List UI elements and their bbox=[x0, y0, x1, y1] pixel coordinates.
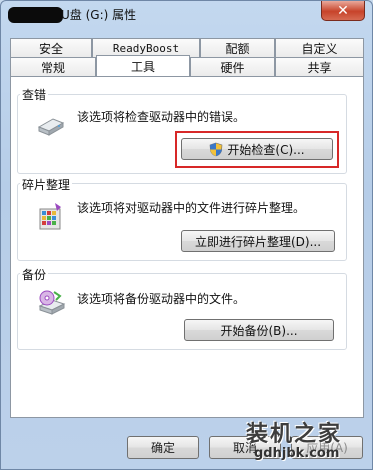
title-bar[interactable]: U盘 (G:) 属性 ✕ bbox=[1, 1, 373, 29]
backup-icon bbox=[38, 290, 66, 315]
tab-tools[interactable]: 工具 bbox=[96, 55, 190, 76]
close-button[interactable]: ✕ bbox=[321, 1, 365, 21]
start-backup-label: 开始备份(B)... bbox=[220, 323, 298, 338]
tab-label: 工具 bbox=[130, 59, 155, 74]
tab-customize[interactable]: 自定义 bbox=[275, 38, 364, 57]
defrag-now-button[interactable]: 立即进行碎片整理(D)... bbox=[181, 230, 335, 252]
watermark-url: gdhjbk.com bbox=[254, 446, 340, 461]
tab-quota[interactable]: 配额 bbox=[200, 38, 275, 57]
tab-label: 配额 bbox=[225, 41, 250, 56]
watermark-brand: 装机之家 bbox=[246, 422, 343, 447]
tab-security[interactable]: 安全 bbox=[10, 38, 92, 57]
backup-description: 该选项将备份驱动器中的文件。 bbox=[77, 292, 246, 306]
defrag-description: 该选项将对驱动器中的文件进行碎片整理。 bbox=[77, 201, 306, 215]
tab-general[interactable]: 常规 bbox=[10, 57, 96, 76]
tab-label: 常规 bbox=[40, 60, 65, 75]
redacted-title-block bbox=[8, 7, 63, 23]
tab-hardware[interactable]: 硬件 bbox=[190, 57, 275, 76]
tab-label: 安全 bbox=[38, 41, 63, 56]
backup-title: 备份 bbox=[20, 266, 49, 283]
tab-label: ReadyBoost bbox=[112, 41, 180, 55]
defrag-title: 碎片整理 bbox=[20, 176, 73, 193]
properties-window: U盘 (G:) 属性 ✕ 安全 ReadyBoost 配额 自定义 常规 工具 … bbox=[0, 0, 373, 470]
drive-check-icon bbox=[37, 118, 65, 136]
defrag-icon bbox=[39, 203, 61, 230]
defrag-now-label: 立即进行碎片整理(D)... bbox=[194, 234, 322, 249]
error-check-title: 查错 bbox=[20, 86, 49, 103]
close-icon: ✕ bbox=[337, 2, 349, 19]
tab-label: 自定义 bbox=[301, 41, 338, 56]
ok-button[interactable]: 确定 bbox=[127, 436, 199, 459]
highlight-box bbox=[175, 131, 339, 168]
tab-label: 硬件 bbox=[220, 60, 245, 75]
tab-sharing[interactable]: 共享 bbox=[275, 57, 364, 76]
ok-label: 确定 bbox=[150, 441, 175, 455]
tab-label: 共享 bbox=[307, 60, 332, 75]
window-title: U盘 (G:) 属性 bbox=[61, 8, 137, 22]
site-watermark: 装机之家 gdhjbk.com bbox=[246, 416, 371, 468]
error-check-description: 该选项将检查驱动器中的错误。 bbox=[77, 110, 246, 124]
start-backup-button[interactable]: 开始备份(B)... bbox=[184, 319, 334, 341]
